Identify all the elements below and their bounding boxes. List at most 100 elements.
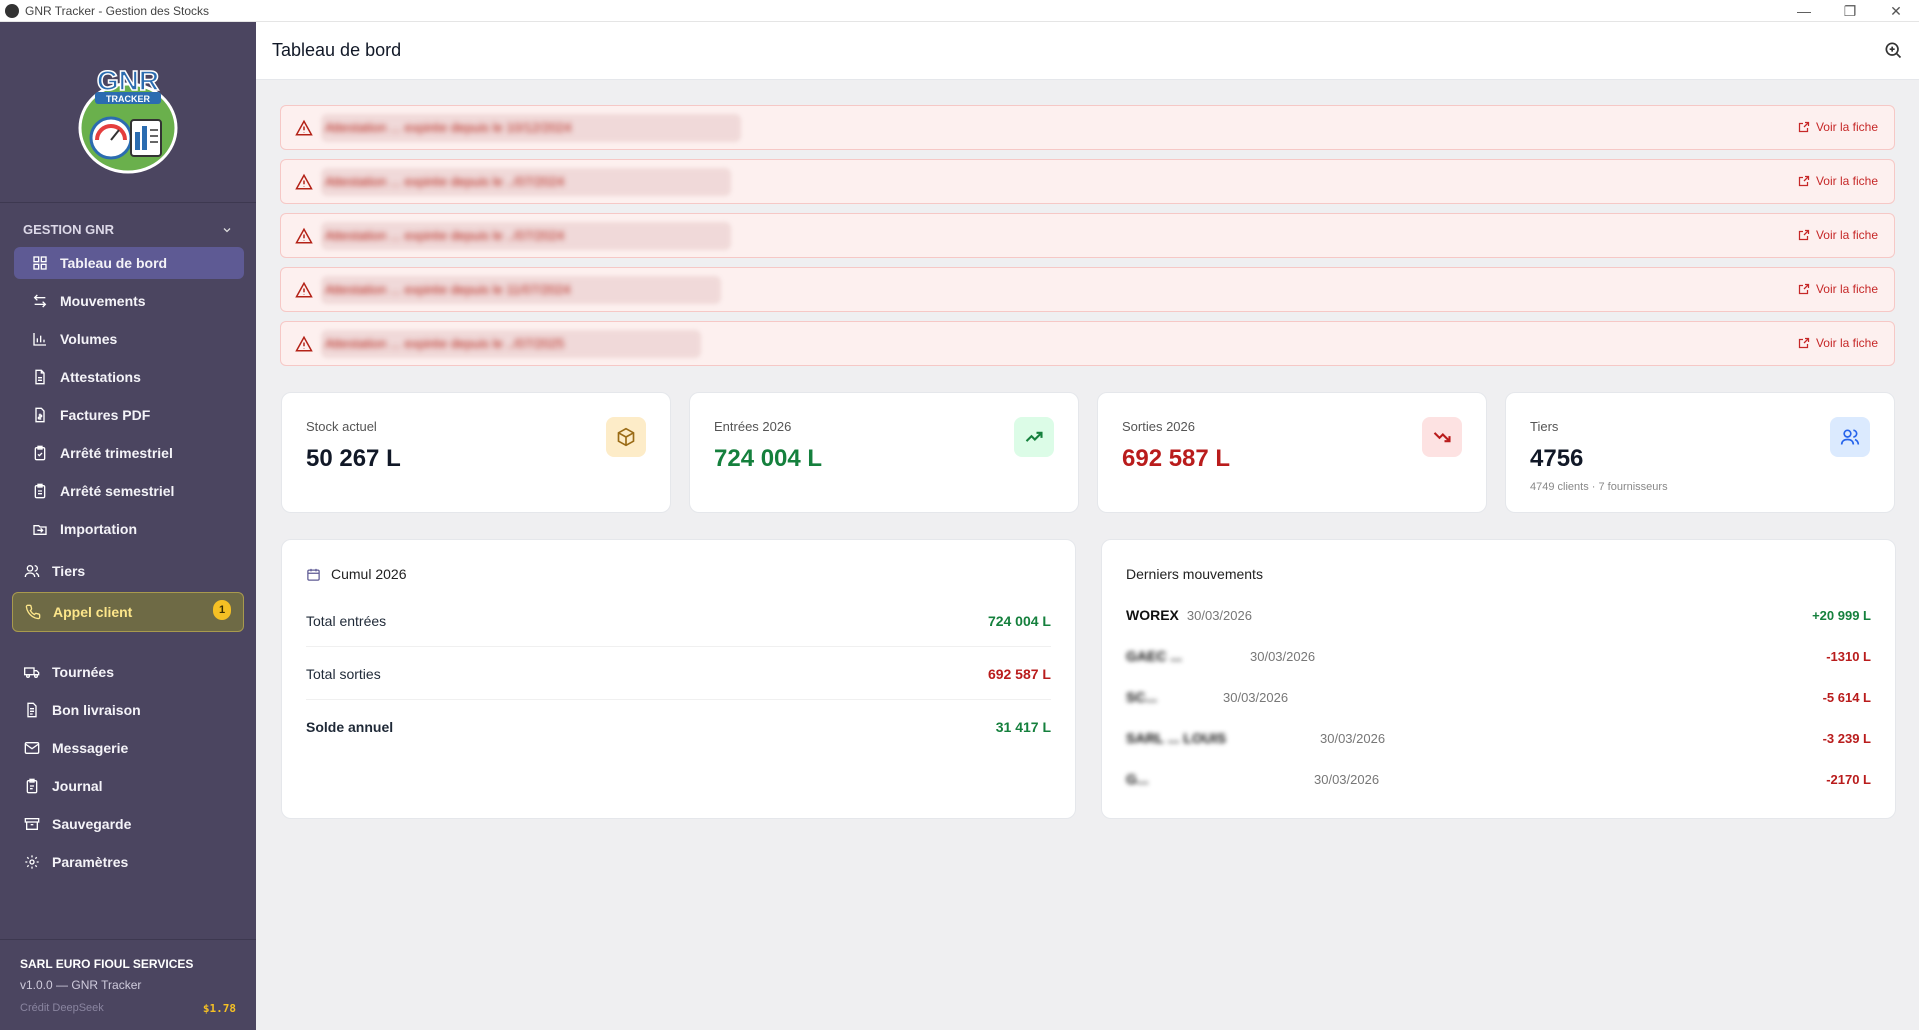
divider: [0, 939, 256, 940]
external-link-icon: [1798, 337, 1810, 349]
svg-text:GNR: GNR: [97, 65, 159, 96]
movement-name: GAEC ...: [1126, 648, 1183, 664]
movement-row[interactable]: SARL ... LOUIS 30/03/2026 -3 239 L: [1126, 718, 1871, 758]
credit-amount: $1.78: [202, 1002, 236, 1015]
sidebar-item-appel-client[interactable]: Appel client 1: [12, 592, 244, 632]
movement-row[interactable]: SC... 30/03/2026 -5 614 L: [1126, 677, 1871, 717]
warning-icon: [295, 119, 313, 136]
warning-icon: [295, 335, 313, 352]
movement-qty: -1310 L: [1826, 648, 1871, 664]
import-icon: [33, 525, 47, 535]
sidebar-item-sauvegarde[interactable]: Sauvegarde: [12, 808, 244, 840]
row-label: Total sorties: [306, 665, 381, 682]
voir-la-fiche-link[interactable]: Voir la fiche: [1798, 282, 1878, 296]
clipboard-icon: [34, 483, 46, 499]
sidebar-item-label: Arrêté trimestriel: [60, 445, 173, 461]
sidebar-item-label: Journal: [52, 778, 103, 794]
link-label: Voir la fiche: [1815, 336, 1878, 350]
sidebar-item-volumes[interactable]: Volumes: [14, 323, 244, 355]
chevron-down-icon: [223, 227, 231, 232]
section-gestion-gnr[interactable]: GESTION GNR: [23, 222, 233, 237]
sidebar-item-parametres[interactable]: Paramètres: [12, 846, 244, 878]
movement-row[interactable]: G... 30/03/2026 -2170 L: [1126, 759, 1871, 799]
sidebar-item-label: Sauvegarde: [52, 816, 132, 832]
cumul-panel: Cumul 2026 Total entrées 724 004 L Total…: [281, 539, 1076, 819]
alert-expired-attestation: Attestation ... expirée depuis le ../07/…: [280, 159, 1895, 204]
movement-row[interactable]: GAEC ... 30/03/2026 -1310 L: [1126, 636, 1871, 676]
sidebar-item-label: Importation: [60, 521, 137, 537]
window-titlebar: GNR Tracker - Gestion des Stocks — ❐ ✕: [0, 0, 1919, 22]
sidebar-item-importation[interactable]: Importation: [14, 513, 244, 545]
movement-qty: -2170 L: [1826, 771, 1871, 787]
svg-text:TRACKER: TRACKER: [106, 94, 150, 104]
sidebar-item-mouvements[interactable]: Mouvements: [14, 285, 244, 317]
stat-card-stock-actuel: Stock actuel 50 267 L: [281, 392, 671, 513]
alert-text: Attestation ... expirée depuis le ../07/…: [325, 174, 565, 189]
row-value: 724 004 L: [987, 612, 1051, 629]
movement-date: 30/03/2026: [1320, 730, 1386, 746]
sidebar-item-label: Tournées: [52, 664, 114, 680]
trending-up-icon: [1014, 417, 1054, 457]
panel-title-text: Cumul 2026: [331, 566, 407, 582]
minimize-icon[interactable]: —: [1781, 0, 1827, 22]
cumul-row-solde: Solde annuel 31 417 L: [306, 701, 1051, 753]
stat-value: 724 004 L: [714, 445, 823, 472]
movement-date: 30/03/2026: [1314, 771, 1380, 787]
sidebar-item-bon-livraison[interactable]: Bon livraison: [12, 694, 244, 726]
archive-icon: [24, 818, 40, 830]
panel-title: Cumul 2026: [306, 566, 407, 582]
movement-qty: -3 239 L: [1822, 730, 1871, 746]
sidebar-item-messagerie[interactable]: Messagerie: [12, 732, 244, 764]
sidebar-item-tableau-de-bord[interactable]: Tableau de bord: [14, 247, 244, 279]
zoom-in-icon[interactable]: [1883, 40, 1903, 60]
external-link-icon: [1798, 121, 1810, 133]
voir-la-fiche-link[interactable]: Voir la fiche: [1798, 120, 1878, 134]
box-icon: [606, 417, 646, 457]
sidebar-item-tournees[interactable]: Tournées: [12, 656, 244, 688]
journal-icon: [26, 778, 38, 794]
users-icon: [24, 565, 40, 578]
stat-subtext: 4749 clients · 7 fournisseurs: [1530, 481, 1668, 493]
voir-la-fiche-link[interactable]: Voir la fiche: [1798, 336, 1878, 350]
document-icon: [35, 369, 45, 385]
arrows-exchange-icon: [33, 294, 47, 308]
stat-card-sorties: Sorties 2026 692 587 L: [1097, 392, 1487, 513]
row-label: Solde annuel: [306, 719, 394, 735]
sidebar-item-attestations[interactable]: Attestations: [14, 361, 244, 393]
alert-text: Attestation ... expirée depuis le ../07/…: [325, 336, 565, 351]
gear-icon: [25, 855, 39, 869]
sidebar-item-journal[interactable]: Journal: [12, 770, 244, 802]
stat-label: Tiers: [1530, 419, 1559, 434]
credit-label: Crédit DeepSeek: [20, 1002, 104, 1014]
external-link-icon: [1798, 229, 1810, 241]
sidebar-item-factures-pdf[interactable]: Factures PDF: [14, 399, 244, 431]
warning-icon: [295, 173, 313, 190]
sidebar-item-arrete-semestriel[interactable]: Arrêté semestriel: [14, 475, 244, 507]
notification-badge: 1: [213, 600, 231, 620]
voir-la-fiche-link[interactable]: Voir la fiche: [1798, 228, 1878, 242]
sidebar-item-label: Arrêté semestriel: [60, 483, 175, 499]
phone-icon: [25, 604, 41, 620]
external-link-icon: [1798, 283, 1810, 295]
window-title: GNR Tracker - Gestion des Stocks: [25, 3, 210, 18]
voir-la-fiche-link[interactable]: Voir la fiche: [1798, 174, 1878, 188]
stat-card-entrees: Entrées 2026 724 004 L: [689, 392, 1079, 513]
sidebar-item-tiers[interactable]: Tiers: [12, 555, 244, 587]
movement-row[interactable]: WOREX 30/03/2026 +20 999 L: [1126, 595, 1871, 635]
sidebar-item-label: Mouvements: [60, 293, 146, 309]
close-icon[interactable]: ✕: [1873, 0, 1919, 22]
trending-down-icon: [1422, 417, 1462, 457]
alert-expired-attestation: Attestation ... expirée depuis le 10/12/…: [280, 105, 1895, 150]
link-label: Voir la fiche: [1815, 282, 1878, 296]
bar-chart-icon: [33, 333, 46, 346]
stat-value: 692 587 L: [1122, 445, 1231, 472]
receipt-icon: [27, 702, 37, 718]
external-link-icon: [1798, 175, 1810, 187]
stat-label: Stock actuel: [306, 419, 377, 434]
stat-card-tiers: Tiers 4756 4749 clients · 7 fournisseurs: [1505, 392, 1895, 513]
stat-value: 4756: [1530, 445, 1584, 472]
movement-qty: +20 999 L: [1812, 607, 1871, 623]
restore-icon[interactable]: ❐: [1827, 0, 1873, 22]
section-label: GESTION GNR: [23, 222, 115, 237]
sidebar-item-arrete-trimestriel[interactable]: Arrêté trimestriel: [14, 437, 244, 469]
